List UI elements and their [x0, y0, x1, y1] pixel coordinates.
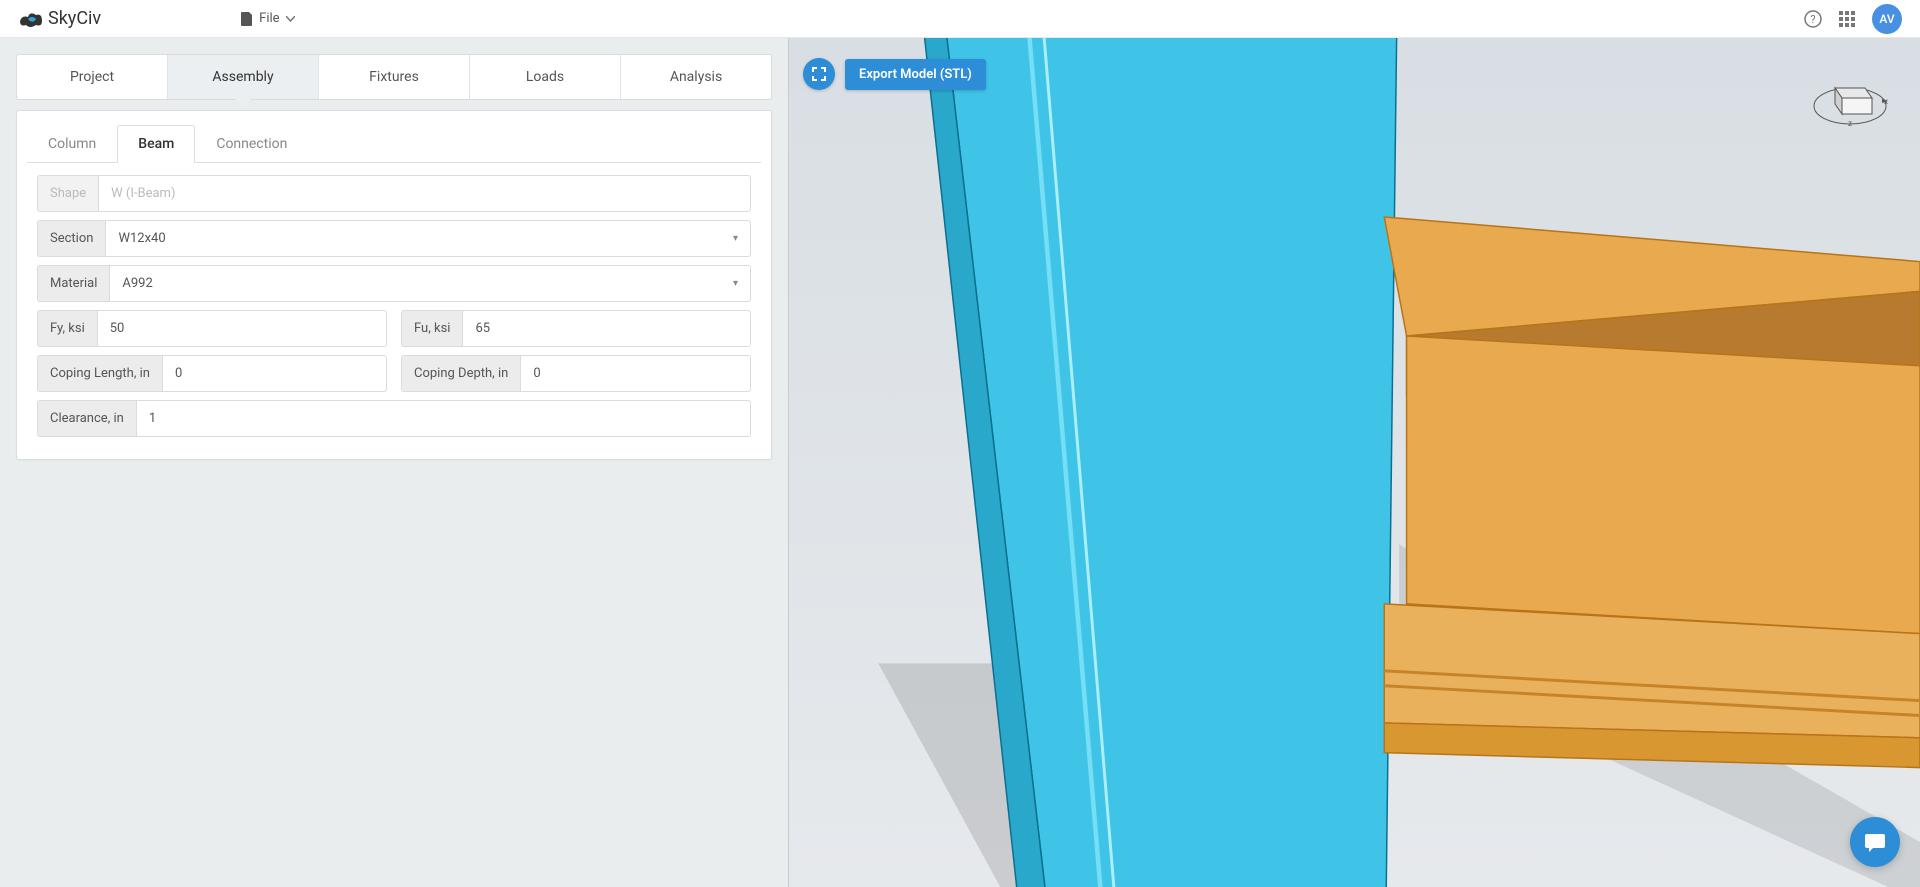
logo-icon	[18, 9, 44, 29]
chat-icon	[1863, 830, 1887, 854]
tab-analysis[interactable]: Analysis	[621, 55, 771, 99]
expand-icon	[812, 67, 826, 81]
subtab-connection[interactable]: Connection	[195, 125, 308, 163]
clearance-label: Clearance, in	[37, 400, 136, 437]
view-cube-icon: x z	[1810, 68, 1890, 128]
chevron-down-icon	[286, 16, 295, 22]
fu-field: Fu, ksi 65	[401, 310, 751, 347]
chat-button[interactable]	[1850, 817, 1900, 867]
coping-length-field: Coping Length, in 0	[37, 355, 387, 392]
clearance-field: Clearance, in 1	[37, 400, 751, 437]
material-field: Material A992▾	[37, 265, 751, 302]
file-menu[interactable]: File	[241, 11, 294, 26]
fy-input[interactable]: 50	[97, 310, 387, 347]
viewport[interactable]: Export Model (STL) x z	[788, 38, 1920, 887]
shape-label: Shape	[37, 175, 98, 212]
tab-loads[interactable]: Loads	[470, 55, 621, 99]
tab-fixtures[interactable]: Fixtures	[319, 55, 470, 99]
help-icon: ?	[1804, 10, 1822, 28]
logo-text: SkyCiv	[48, 8, 101, 29]
left-panel: Project Assembly Fixtures Loads Analysis…	[0, 38, 788, 887]
apps-button[interactable]	[1838, 10, 1856, 28]
fy-label: Fy, ksi	[37, 310, 97, 347]
main-tabs: Project Assembly Fixtures Loads Analysis	[16, 54, 772, 100]
subtab-column[interactable]: Column	[27, 125, 117, 163]
apps-grid-icon	[1839, 11, 1855, 27]
chevron-down-icon: ▾	[733, 278, 738, 289]
svg-text:z: z	[1848, 119, 1852, 128]
fu-label: Fu, ksi	[401, 310, 462, 347]
app-header: SkyCiv File ? AV	[0, 0, 1920, 38]
coping-length-label: Coping Length, in	[37, 355, 162, 392]
tab-project[interactable]: Project	[17, 55, 168, 99]
assembly-card: Column Beam Connection Shape W (I-Beam) …	[16, 110, 772, 460]
material-label: Material	[37, 265, 109, 302]
coping-length-input[interactable]: 0	[162, 355, 387, 392]
file-menu-label: File	[259, 11, 279, 26]
section-field: Section W12x40▾	[37, 220, 751, 257]
sub-tabs: Column Beam Connection	[27, 125, 761, 163]
file-icon	[241, 12, 253, 26]
fu-input[interactable]: 65	[462, 310, 751, 347]
section-label: Section	[37, 220, 105, 257]
expand-button[interactable]	[803, 58, 835, 90]
help-button[interactable]: ?	[1804, 10, 1822, 28]
logo[interactable]: SkyCiv	[18, 8, 101, 29]
avatar[interactable]: AV	[1872, 4, 1902, 34]
coping-depth-input[interactable]: 0	[520, 355, 751, 392]
coping-depth-label: Coping Depth, in	[401, 355, 520, 392]
fy-field: Fy, ksi 50	[37, 310, 387, 347]
chevron-down-icon: ▾	[733, 233, 738, 244]
section-select[interactable]: W12x40▾	[105, 220, 751, 257]
export-model-button[interactable]: Export Model (STL)	[845, 59, 986, 90]
tab-assembly[interactable]: Assembly	[168, 55, 319, 99]
material-select[interactable]: A992▾	[109, 265, 751, 302]
subtab-beam[interactable]: Beam	[117, 125, 195, 163]
coping-depth-field: Coping Depth, in 0	[401, 355, 751, 392]
svg-text:?: ?	[1810, 13, 1815, 26]
shape-field: Shape W (I-Beam)	[37, 175, 751, 212]
view-cube[interactable]: x z	[1810, 68, 1890, 128]
shape-input: W (I-Beam)	[98, 175, 751, 212]
clearance-input[interactable]: 1	[136, 400, 751, 437]
model-render	[789, 38, 1920, 887]
